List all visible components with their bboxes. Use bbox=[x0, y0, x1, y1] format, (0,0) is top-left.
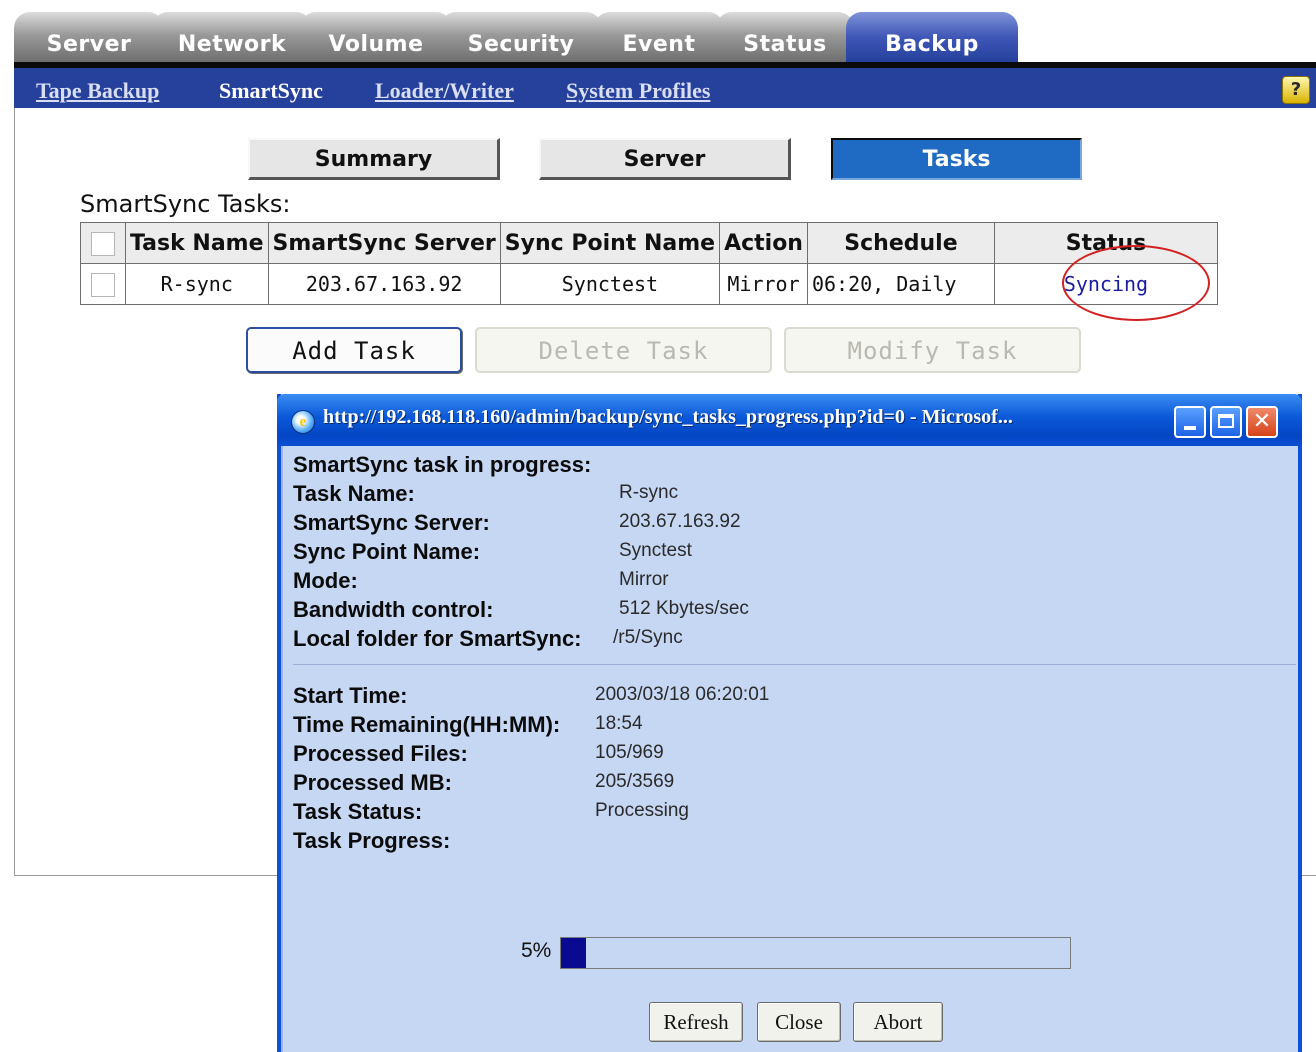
info-value: /r5/Sync bbox=[613, 627, 683, 648]
server-button[interactable]: Server bbox=[539, 138, 791, 180]
info-label: Sync Point Name: bbox=[293, 539, 481, 564]
info-value: 512 Kbytes/sec bbox=[619, 598, 749, 619]
select-all-header bbox=[80, 222, 126, 264]
delete-task-button: Delete Task bbox=[475, 327, 772, 373]
progress-label: Processed MB: bbox=[293, 770, 452, 795]
schedule-cell: 06:20, Daily bbox=[806, 263, 995, 305]
action-cell: Mirror bbox=[719, 263, 808, 305]
progress-percent: 5% bbox=[521, 939, 552, 962]
progress-bar bbox=[560, 937, 1071, 969]
popup-title: http://192.168.118.160/admin/backup/sync… bbox=[323, 406, 1013, 428]
close-icon: ✕ bbox=[1252, 409, 1272, 434]
row-select-cell bbox=[80, 263, 126, 305]
refresh-button[interactable]: Refresh bbox=[649, 1002, 743, 1042]
info-value: 203.67.163.92 bbox=[619, 511, 741, 532]
tab-server[interactable]: Server bbox=[14, 12, 164, 62]
tab-label: Status bbox=[743, 32, 827, 57]
column-header: Sync Point Name bbox=[499, 222, 721, 264]
table-header-row: Task Name SmartSync Server Sync Point Na… bbox=[80, 222, 1218, 264]
tab-network[interactable]: Network bbox=[152, 12, 312, 62]
annotation-circle bbox=[1062, 245, 1210, 321]
column-header: Schedule bbox=[806, 222, 995, 264]
info-value: Mirror bbox=[619, 569, 669, 590]
row-checkbox[interactable] bbox=[91, 272, 115, 297]
subnav-loader-writer[interactable]: Loader/Writer bbox=[375, 78, 514, 104]
progress-label: Start Time: bbox=[293, 683, 408, 708]
browser-icon: e bbox=[291, 410, 315, 434]
progress-label: Task Status: bbox=[293, 799, 423, 824]
tab-label: Volume bbox=[328, 32, 424, 57]
tab-label: Event bbox=[622, 32, 696, 57]
main-tab-bar: Server Network Volume Security Event Sta… bbox=[0, 0, 1316, 62]
close-window-button[interactable]: ✕ bbox=[1246, 406, 1278, 438]
column-header: Action bbox=[719, 222, 808, 264]
info-label: Bandwidth control: bbox=[293, 597, 494, 622]
tab-volume[interactable]: Volume bbox=[300, 12, 452, 62]
tab-security[interactable]: Security bbox=[440, 12, 602, 62]
tab-status[interactable]: Status bbox=[716, 12, 854, 62]
progress-value: Processing bbox=[595, 800, 689, 821]
info-label: SmartSync Server: bbox=[293, 510, 490, 535]
minimize-button[interactable] bbox=[1174, 406, 1206, 438]
section-title: SmartSync Tasks: bbox=[80, 190, 291, 218]
tab-label: Server bbox=[46, 32, 132, 57]
info-value: Synctest bbox=[619, 540, 692, 561]
popup-title-bar[interactable]: e http://192.168.118.160/admin/backup/sy… bbox=[277, 394, 1302, 446]
popup-body: SmartSync task in progress: Task Name: R… bbox=[281, 446, 1298, 1052]
help-icon[interactable]: ? bbox=[1282, 76, 1310, 104]
progress-value: 105/969 bbox=[595, 742, 664, 763]
subnav-smartsync[interactable]: SmartSync bbox=[219, 78, 323, 104]
task-name-cell: R-sync bbox=[125, 263, 269, 305]
section-divider bbox=[293, 664, 1296, 665]
tab-event[interactable]: Event bbox=[594, 12, 724, 62]
info-label: Mode: bbox=[293, 568, 358, 593]
sync-point-cell: Synctest bbox=[499, 263, 721, 305]
modify-task-button: Modify Task bbox=[784, 327, 1081, 373]
select-all-checkbox[interactable] bbox=[91, 231, 115, 256]
tab-label: Network bbox=[177, 32, 287, 57]
tab-label: Security bbox=[467, 32, 575, 57]
summary-button[interactable]: Summary bbox=[248, 138, 500, 180]
server-cell: 203.67.163.92 bbox=[267, 263, 501, 305]
progress-value: 18:54 bbox=[595, 713, 643, 734]
minimize-icon bbox=[1184, 426, 1196, 430]
info-label: Task Name: bbox=[293, 481, 415, 506]
progress-value: 2003/03/18 06:20:01 bbox=[595, 684, 770, 705]
tasks-button[interactable]: Tasks bbox=[831, 138, 1082, 180]
column-header: Task Name bbox=[125, 222, 269, 264]
maximize-button[interactable] bbox=[1210, 406, 1242, 438]
table-row: R-sync 203.67.163.92 Synctest Mirror 06:… bbox=[80, 263, 1218, 305]
progress-fill bbox=[561, 938, 587, 968]
progress-label: Task Progress: bbox=[293, 828, 451, 853]
add-task-button[interactable]: Add Task bbox=[246, 327, 462, 373]
subnav-tape-backup[interactable]: Tape Backup bbox=[36, 78, 159, 104]
sub-nav-bar: Tape Backup SmartSync Loader/Writer Syst… bbox=[14, 62, 1316, 108]
popup-heading: SmartSync task in progress: bbox=[293, 452, 592, 477]
abort-button[interactable]: Abort bbox=[853, 1002, 943, 1042]
tasks-table: Task Name SmartSync Server Sync Point Na… bbox=[80, 222, 1218, 305]
subnav-system-profiles[interactable]: System Profiles bbox=[566, 78, 710, 104]
maximize-icon bbox=[1218, 414, 1234, 428]
column-header: SmartSync Server bbox=[267, 222, 501, 264]
close-button[interactable]: Close bbox=[757, 1002, 841, 1042]
progress-popup-window: e http://192.168.118.160/admin/backup/sy… bbox=[277, 394, 1302, 1052]
info-label: Local folder for SmartSync: bbox=[293, 626, 582, 651]
progress-label: Processed Files: bbox=[293, 741, 468, 766]
info-value: R-sync bbox=[619, 482, 679, 503]
progress-value: 205/3569 bbox=[595, 771, 675, 792]
tab-label: Backup bbox=[885, 32, 979, 57]
progress-label: Time Remaining(HH:MM): bbox=[293, 712, 561, 737]
tab-backup[interactable]: Backup bbox=[846, 12, 1018, 62]
